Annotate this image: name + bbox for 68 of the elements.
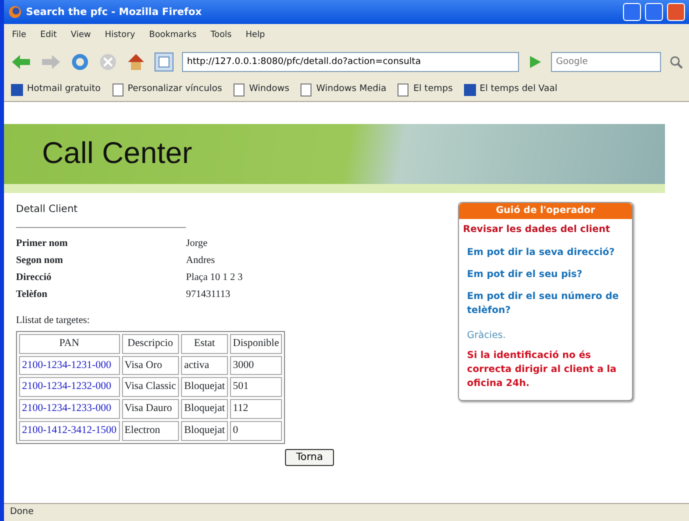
table-cell: Bloquejat xyxy=(181,377,228,397)
bookmark-item[interactable]: Personalizar vínculos xyxy=(110,82,222,96)
table-cell: Visa Classic xyxy=(122,377,180,397)
table-cell: Bloquejat xyxy=(181,399,228,419)
menu-item[interactable]: History xyxy=(104,28,136,42)
field-value: Plaça 10 1 2 3 xyxy=(186,271,243,285)
back-icon[interactable] xyxy=(10,53,32,71)
page-icon xyxy=(232,82,246,96)
back-button[interactable]: Torna xyxy=(285,449,334,466)
column-header: Estat xyxy=(181,334,228,354)
home-icon[interactable] xyxy=(126,52,146,72)
column-header: PAN xyxy=(19,334,120,354)
page-icon xyxy=(110,82,125,96)
field-label: Segon nom xyxy=(16,254,64,268)
guide-text: Gràcies. xyxy=(466,328,507,342)
minimize-button[interactable] xyxy=(623,3,641,21)
window-title: Search the pfc - Mozilla Firefox xyxy=(26,6,203,20)
site-icon xyxy=(10,82,24,96)
guide-text: Si la identificació no és correcta dirigir al client a la oficina 24h. xyxy=(466,348,618,392)
address-field[interactable]: http://127.0.0.1:8080/pfc/detall.do?action=consulta xyxy=(182,52,519,72)
table-caption: Llistat de targetes: xyxy=(16,314,91,328)
reload-icon[interactable] xyxy=(70,52,90,72)
guide-text: Em pot dir el seu pis? xyxy=(466,268,584,282)
field-label: Telèfon xyxy=(16,288,48,302)
column-header: Disponible xyxy=(230,334,282,354)
go-icon[interactable] xyxy=(527,54,543,70)
field-label: Primer nom xyxy=(16,237,69,251)
search-field[interactable]: Google xyxy=(551,52,661,72)
guide-text: Em pot dir la seva direcció? xyxy=(466,246,616,260)
field-value: Jorge xyxy=(186,237,208,251)
menu-item[interactable]: File xyxy=(12,28,26,42)
status-text: Done xyxy=(4,503,689,521)
bookmark-item[interactable]: Windows xyxy=(232,82,290,96)
table-cell: 3000 xyxy=(230,356,282,376)
table-cell: Visa Oro xyxy=(122,356,180,376)
column-header: Descripcio xyxy=(122,334,180,354)
panel-title: Guió de l'operador xyxy=(459,203,632,220)
field-value: 971431113 xyxy=(186,288,230,302)
table-cell: activa xyxy=(181,356,228,376)
table-cell: Bloquejat xyxy=(181,420,228,440)
table-cell: 0 xyxy=(230,420,282,440)
field-value: Andres xyxy=(186,254,215,268)
table-cell: Visa Dauro xyxy=(122,399,180,419)
menu-item[interactable]: Bookmarks xyxy=(149,28,197,42)
bookmark-item[interactable]: Hotmail gratuito xyxy=(10,82,101,96)
close-button[interactable] xyxy=(667,3,685,21)
section-heading: Detall Client xyxy=(16,202,186,228)
bookmark-item[interactable]: Windows Media xyxy=(299,82,386,96)
bookmark-item[interactable]: El temps xyxy=(396,82,453,96)
maximize-button[interactable] xyxy=(645,3,663,21)
site-title: Call Center xyxy=(42,136,192,172)
window-icon[interactable] xyxy=(154,52,174,72)
page-icon xyxy=(396,82,410,96)
guide-text: Em pot dir el seu número de telèfon? xyxy=(466,290,620,318)
field-label: Direcció xyxy=(16,271,52,285)
site-icon xyxy=(462,82,477,96)
browser-logo-icon xyxy=(8,5,22,19)
guide-text: Revisar les dades del client xyxy=(462,223,612,238)
menu-item[interactable]: Edit xyxy=(40,28,57,42)
menu-item[interactable]: View xyxy=(70,28,91,42)
bookmark-item[interactable]: El temps del Vaal xyxy=(462,82,558,96)
menu-item[interactable]: Help xyxy=(246,28,265,42)
menu-item[interactable]: Tools xyxy=(210,28,232,42)
table-cell: 112 xyxy=(230,399,282,419)
table-cell: 501 xyxy=(230,377,282,397)
search-icon[interactable] xyxy=(669,55,683,69)
table-cell: Electron xyxy=(122,420,180,440)
page-icon xyxy=(299,82,314,96)
